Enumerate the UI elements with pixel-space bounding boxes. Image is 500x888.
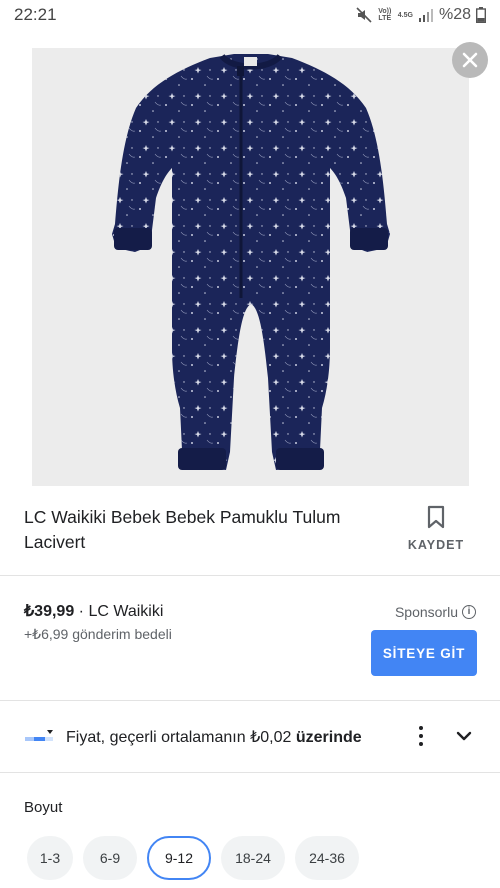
- status-bar: 22:21 Vo)) LTE 4.5G %28: [0, 0, 500, 30]
- seller-name: · LC Waikiki: [74, 603, 164, 620]
- price-insight: Fiyat, geçerli ortalamanın ₺0,02 üzerind…: [24, 725, 362, 749]
- visit-site-button[interactable]: SİTEYE GİT: [371, 630, 477, 676]
- product-title: LC Waikiki Bebek Bebek Pamuklu Tulum Lac…: [24, 507, 341, 552]
- battery-percent: %28: [438, 6, 471, 23]
- divider: [0, 700, 500, 701]
- more-options-icon[interactable]: [410, 722, 432, 750]
- size-options: 1-3 6-9 9-12 18-24 24-36: [27, 836, 359, 880]
- battery-icon: [476, 7, 486, 23]
- size-chip-24-36[interactable]: 24-36: [295, 836, 359, 880]
- network-type: 4.5G: [397, 11, 413, 19]
- mute-icon: [356, 7, 372, 23]
- sponsored-label[interactable]: Sponsorlu i: [395, 604, 476, 620]
- chevron-down-icon[interactable]: [452, 724, 476, 748]
- status-icons: Vo)) LTE 4.5G %28: [356, 6, 486, 24]
- bookmark-icon: [427, 505, 445, 529]
- volte-indicator: Vo)) LTE: [378, 8, 392, 22]
- insight-prefix: Fiyat, geçerli ortalamanın ₺0,02: [66, 729, 296, 746]
- price-insight-text: Fiyat, geçerli ortalamanın ₺0,02 üzerind…: [66, 727, 362, 747]
- shipping-cost: +₺6,99 gönderim bedeli: [24, 626, 172, 642]
- insight-bold: üzerinde: [295, 729, 362, 746]
- size-label: Boyut: [24, 799, 63, 816]
- price-range-icon: [25, 730, 53, 741]
- status-time: 22:21: [14, 5, 57, 24]
- size-chip-18-24[interactable]: 18-24: [221, 836, 285, 880]
- save-label: KAYDET: [407, 538, 465, 552]
- price-line: ₺39,99 · LC Waikiki: [24, 601, 163, 621]
- size-chip-6-9[interactable]: 6-9: [83, 836, 137, 880]
- info-icon: i: [462, 605, 476, 619]
- close-button[interactable]: [452, 42, 488, 78]
- size-chip-9-12[interactable]: 9-12: [147, 836, 211, 880]
- save-button[interactable]: KAYDET: [404, 505, 468, 552]
- romper-illustration: [112, 53, 390, 470]
- close-icon: [462, 52, 478, 68]
- divider: [0, 772, 500, 773]
- divider: [0, 575, 500, 576]
- signal-icon: [418, 9, 433, 22]
- price: ₺39,99: [24, 603, 75, 620]
- size-chip-1-3[interactable]: 1-3: [27, 836, 73, 880]
- product-image[interactable]: [32, 48, 469, 486]
- sponsored-text: Sponsorlu: [394, 604, 458, 620]
